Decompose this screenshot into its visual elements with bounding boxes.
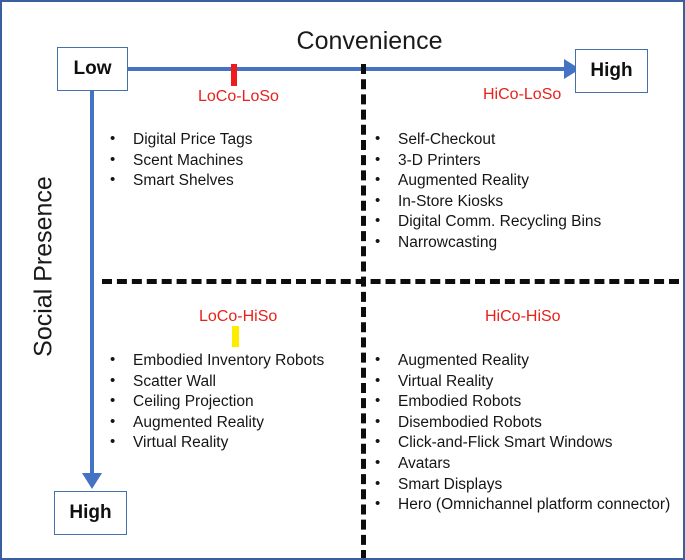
y-axis-title: Social Presence: [29, 176, 58, 357]
x-axis-low-box: Low: [57, 47, 128, 91]
list-item: Embodied Robots: [373, 391, 670, 413]
list-item: Smart Shelves: [108, 170, 252, 192]
quadrant-list-hico-hiso: Augmented RealityVirtual RealityEmbodied…: [373, 350, 670, 516]
list-item: Scatter Wall: [108, 371, 324, 393]
list-item: Embodied Inventory Robots: [108, 350, 324, 372]
quadrant-label-loco-hiso: LoCo-HiSo: [199, 308, 278, 325]
quadrant-label-loco-loso: LoCo-LoSo: [198, 88, 279, 105]
list-item: 3-D Printers: [373, 150, 601, 172]
list-item: Augmented Reality: [108, 412, 324, 434]
y-axis-arrow-line: [90, 89, 94, 480]
list-item: Virtual Reality: [373, 371, 670, 393]
list-item: Digital Comm. Recycling Bins: [373, 211, 601, 233]
red-marker-bar: [231, 64, 237, 86]
list-item: Smart Displays: [373, 474, 670, 496]
list-item: Digital Price Tags: [108, 129, 252, 151]
list-item: Scent Machines: [108, 150, 252, 172]
y-axis-arrowhead-icon: [82, 473, 102, 489]
quadrant-label-hico-loso: HiCo-LoSo: [483, 86, 562, 103]
list-item: Self-Checkout: [373, 129, 601, 151]
list-item: Augmented Reality: [373, 350, 670, 372]
x-axis-title-text: Convenience: [296, 27, 443, 55]
x-axis-arrow-line: [126, 67, 578, 71]
list-item: Click-and-Flick Smart Windows: [373, 432, 670, 454]
quadrant-label-hico-hiso: HiCo-HiSo: [485, 308, 561, 325]
list-item: Narrowcasting: [373, 232, 601, 254]
quadrant-diagram: Convenience Social Presence Low High Hig…: [0, 0, 685, 560]
list-item: Avatars: [373, 453, 670, 475]
yellow-marker-bar: [232, 326, 239, 347]
quadrant-list-loco-hiso: Embodied Inventory RobotsScatter WallCei…: [108, 350, 324, 454]
list-item: Virtual Reality: [108, 432, 324, 454]
list-item: Ceiling Projection: [108, 391, 324, 413]
y-axis-high-box: High: [54, 491, 127, 535]
quadrant-list-hico-loso: Self-Checkout3-D PrintersAugmented Reali…: [373, 129, 601, 254]
vertical-divider: [361, 64, 366, 558]
list-item: Hero (Omnichannel platform connector): [373, 494, 670, 516]
list-item: Augmented Reality: [373, 170, 601, 192]
horizontal-divider: [102, 279, 679, 284]
list-item: Disembodied Robots: [373, 412, 670, 434]
x-axis-high-box: High: [575, 49, 648, 93]
list-item: In-Store Kiosks: [373, 191, 601, 213]
quadrant-list-loco-loso: Digital Price TagsScent MachinesSmart Sh…: [108, 129, 252, 192]
